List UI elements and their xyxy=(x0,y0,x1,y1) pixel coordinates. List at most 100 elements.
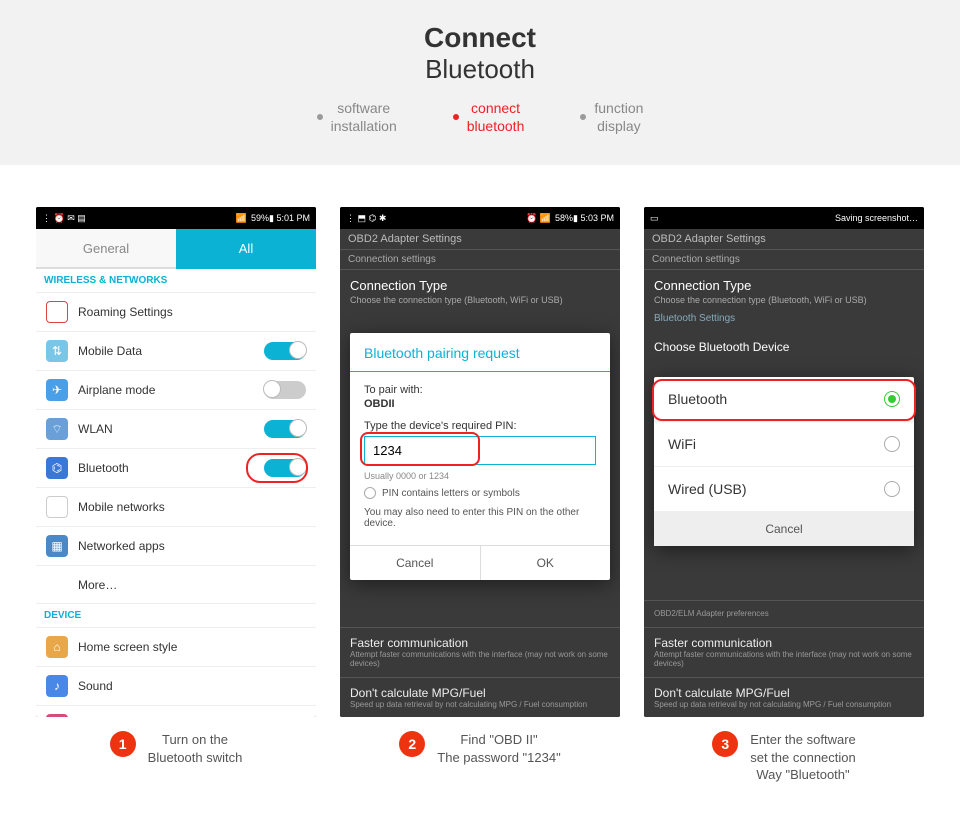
row-wlan[interactable]: ⌔WLAN xyxy=(36,410,316,449)
wlan-toggle[interactable] xyxy=(264,420,306,438)
bt-settings-label: Bluetooth Settings xyxy=(644,313,924,332)
pin-letters-checkbox-row[interactable]: PIN contains letters or symbols xyxy=(364,487,596,499)
dialog-buttons: Cancel OK xyxy=(350,545,610,580)
radio-wifi[interactable]: WiFi xyxy=(654,422,914,467)
pair-with-label: To pair with: xyxy=(364,384,596,396)
dot-icon xyxy=(317,114,323,120)
title-bold: Connect xyxy=(424,22,536,53)
obd-screen: OBD2 Adapter Settings Connection setting… xyxy=(340,229,620,717)
row-mpg[interactable]: Don't calculate MPG/Fuel Speed up data r… xyxy=(644,677,924,718)
display-icon: ▭ xyxy=(46,714,68,717)
choose-device: Choose Bluetooth Device xyxy=(644,332,924,356)
phone-2-pairing: ⋮ ⬒ ⌬ ✱ ⏰ 📶 58%▮ 5:03 PM OBD2 Adapter Se… xyxy=(340,207,620,717)
row-airplane[interactable]: ✈Airplane mode xyxy=(36,371,316,410)
home-icon: ⌂ xyxy=(46,636,68,658)
pair-device-name: OBDII xyxy=(364,398,596,410)
section-wireless-header: WIRELESS & NETWORKS xyxy=(36,269,316,293)
caption-text: Find "OBD II"The password "1234" xyxy=(437,731,560,766)
tab-general[interactable]: General xyxy=(36,229,176,269)
nav-row: softwareinstallation connectbluetooth fu… xyxy=(0,99,960,135)
bluetooth-toggle[interactable] xyxy=(264,459,306,477)
step-number: 2 xyxy=(399,731,425,757)
bluetooth-pairing-dialog: Bluetooth pairing request To pair with: … xyxy=(350,333,610,580)
row-networked-apps[interactable]: ▦Networked apps xyxy=(36,527,316,566)
app-bar: OBD2 Adapter Settings xyxy=(340,229,620,250)
phones-row: ⋮ ⏰ ✉ ▤ 📶 59%▮ 5:01 PM General All WIREL… xyxy=(0,207,960,717)
roaming-icon: △ xyxy=(46,301,68,323)
connection-type-desc: Choose the connection type (Bluetooth, W… xyxy=(340,295,620,313)
step-number: 1 xyxy=(110,731,136,757)
mobile-data-icon: ⇅ xyxy=(46,340,68,362)
status-bar: ⋮ ⬒ ⌬ ✱ ⏰ 📶 58%▮ 5:03 PM xyxy=(340,207,620,229)
tab-all[interactable]: All xyxy=(176,229,316,269)
phone-1-settings: ⋮ ⏰ ✉ ▤ 📶 59%▮ 5:01 PM General All WIREL… xyxy=(36,207,316,717)
captions-row: 1 Turn on theBluetooth switch 2 Find "OB… xyxy=(0,731,960,784)
mobile-networks-icon: ((•)) xyxy=(46,496,68,518)
row-mpg[interactable]: Don't calculate MPG/Fuel Speed up data r… xyxy=(340,677,620,718)
status-bar: ▭ Saving screenshot… xyxy=(644,207,924,229)
row-roaming[interactable]: △Roaming Settings xyxy=(36,293,316,332)
settings-body: General All WIRELESS & NETWORKS △Roaming… xyxy=(36,229,316,717)
status-left-icons: ⋮ ⏰ ✉ ▤ xyxy=(42,213,86,224)
dot-icon xyxy=(453,114,459,120)
caption-2: 2 Find "OBD II"The password "1234" xyxy=(340,731,620,784)
status-left-icons: ⋮ ⬒ ⌬ ✱ xyxy=(346,213,386,224)
caption-3: 3 Enter the softwareset the connectionWa… xyxy=(644,731,924,784)
radio-bluetooth[interactable]: Bluetooth xyxy=(654,377,914,422)
row-sound[interactable]: ♪Sound xyxy=(36,667,316,706)
connection-type-title: Connection Type xyxy=(340,270,620,295)
section-device-header: DEVICE xyxy=(36,604,316,628)
checkbox-icon xyxy=(364,487,376,499)
ok-button[interactable]: OK xyxy=(480,546,611,580)
dot-icon xyxy=(580,114,586,120)
bluetooth-icon: ⌬ xyxy=(46,457,68,479)
row-home-style[interactable]: ⌂Home screen style xyxy=(36,628,316,667)
cancel-button[interactable]: Cancel xyxy=(350,546,480,580)
radio-icon xyxy=(884,481,900,497)
caption-text: Turn on theBluetooth switch xyxy=(148,731,243,766)
title-light: Bluetooth xyxy=(425,54,535,84)
row-mobile-data[interactable]: ⇅Mobile Data xyxy=(36,332,316,371)
dialog-note: You may also need to enter this PIN on t… xyxy=(364,507,596,529)
row-adapter-prefs: OBD2/ELM Adapter preferences xyxy=(644,600,924,627)
pin-prompt: Type the device's required PIN: xyxy=(364,420,596,432)
cancel-button[interactable]: Cancel xyxy=(654,512,914,546)
page-title: Connect Bluetooth xyxy=(0,22,960,85)
row-bluetooth[interactable]: ⌬ Bluetooth xyxy=(36,449,316,488)
wlan-icon: ⌔ xyxy=(46,418,68,440)
nav-function-display[interactable]: functiondisplay xyxy=(580,99,643,135)
row-faster-comm[interactable]: Faster communication Attempt faster comm… xyxy=(644,627,924,677)
row-more[interactable]: More… xyxy=(36,566,316,604)
sub-bar: Connection settings xyxy=(340,250,620,270)
status-right: Saving screenshot… xyxy=(835,213,918,223)
pin-input[interactable] xyxy=(364,436,596,465)
airplane-icon: ✈ xyxy=(46,379,68,401)
header-band: Connect Bluetooth softwareinstallation c… xyxy=(0,0,960,165)
dialog-title: Bluetooth pairing request xyxy=(350,333,610,372)
caption-1: 1 Turn on theBluetooth switch xyxy=(36,731,316,784)
settings-tabs: General All xyxy=(36,229,316,269)
pin-hint: Usually 0000 or 1234 xyxy=(364,471,596,481)
radio-icon xyxy=(884,436,900,452)
airplane-toggle[interactable] xyxy=(264,381,306,399)
nav-connect-bluetooth[interactable]: connectbluetooth xyxy=(453,99,525,135)
status-right: ⏰ 📶 58%▮ 5:03 PM xyxy=(526,213,614,224)
dialog-body: To pair with: OBDII Type the device's re… xyxy=(350,372,610,545)
radio-usb[interactable]: Wired (USB) xyxy=(654,467,914,512)
pin-input-wrapper xyxy=(364,436,596,465)
connection-type-title: Connection Type xyxy=(644,270,924,295)
obd-screen: OBD2 Adapter Settings Connection setting… xyxy=(644,229,924,717)
status-right: 📶 59%▮ 5:01 PM xyxy=(236,213,310,224)
radio-icon xyxy=(884,391,900,407)
connection-type-sheet: Bluetooth WiFi Wired (USB) Cancel xyxy=(654,377,914,546)
sound-icon: ♪ xyxy=(46,675,68,697)
mobile-data-toggle[interactable] xyxy=(264,342,306,360)
row-display[interactable]: ▭Display xyxy=(36,706,316,717)
row-faster-comm[interactable]: Faster communication Attempt faster comm… xyxy=(340,627,620,677)
nav-software-installation[interactable]: softwareinstallation xyxy=(317,99,397,135)
app-bar: OBD2 Adapter Settings xyxy=(644,229,924,250)
row-mobile-networks[interactable]: ((•))Mobile networks xyxy=(36,488,316,527)
step-number: 3 xyxy=(712,731,738,757)
networked-apps-icon: ▦ xyxy=(46,535,68,557)
phone-3-connection-type: ▭ Saving screenshot… OBD2 Adapter Settin… xyxy=(644,207,924,717)
